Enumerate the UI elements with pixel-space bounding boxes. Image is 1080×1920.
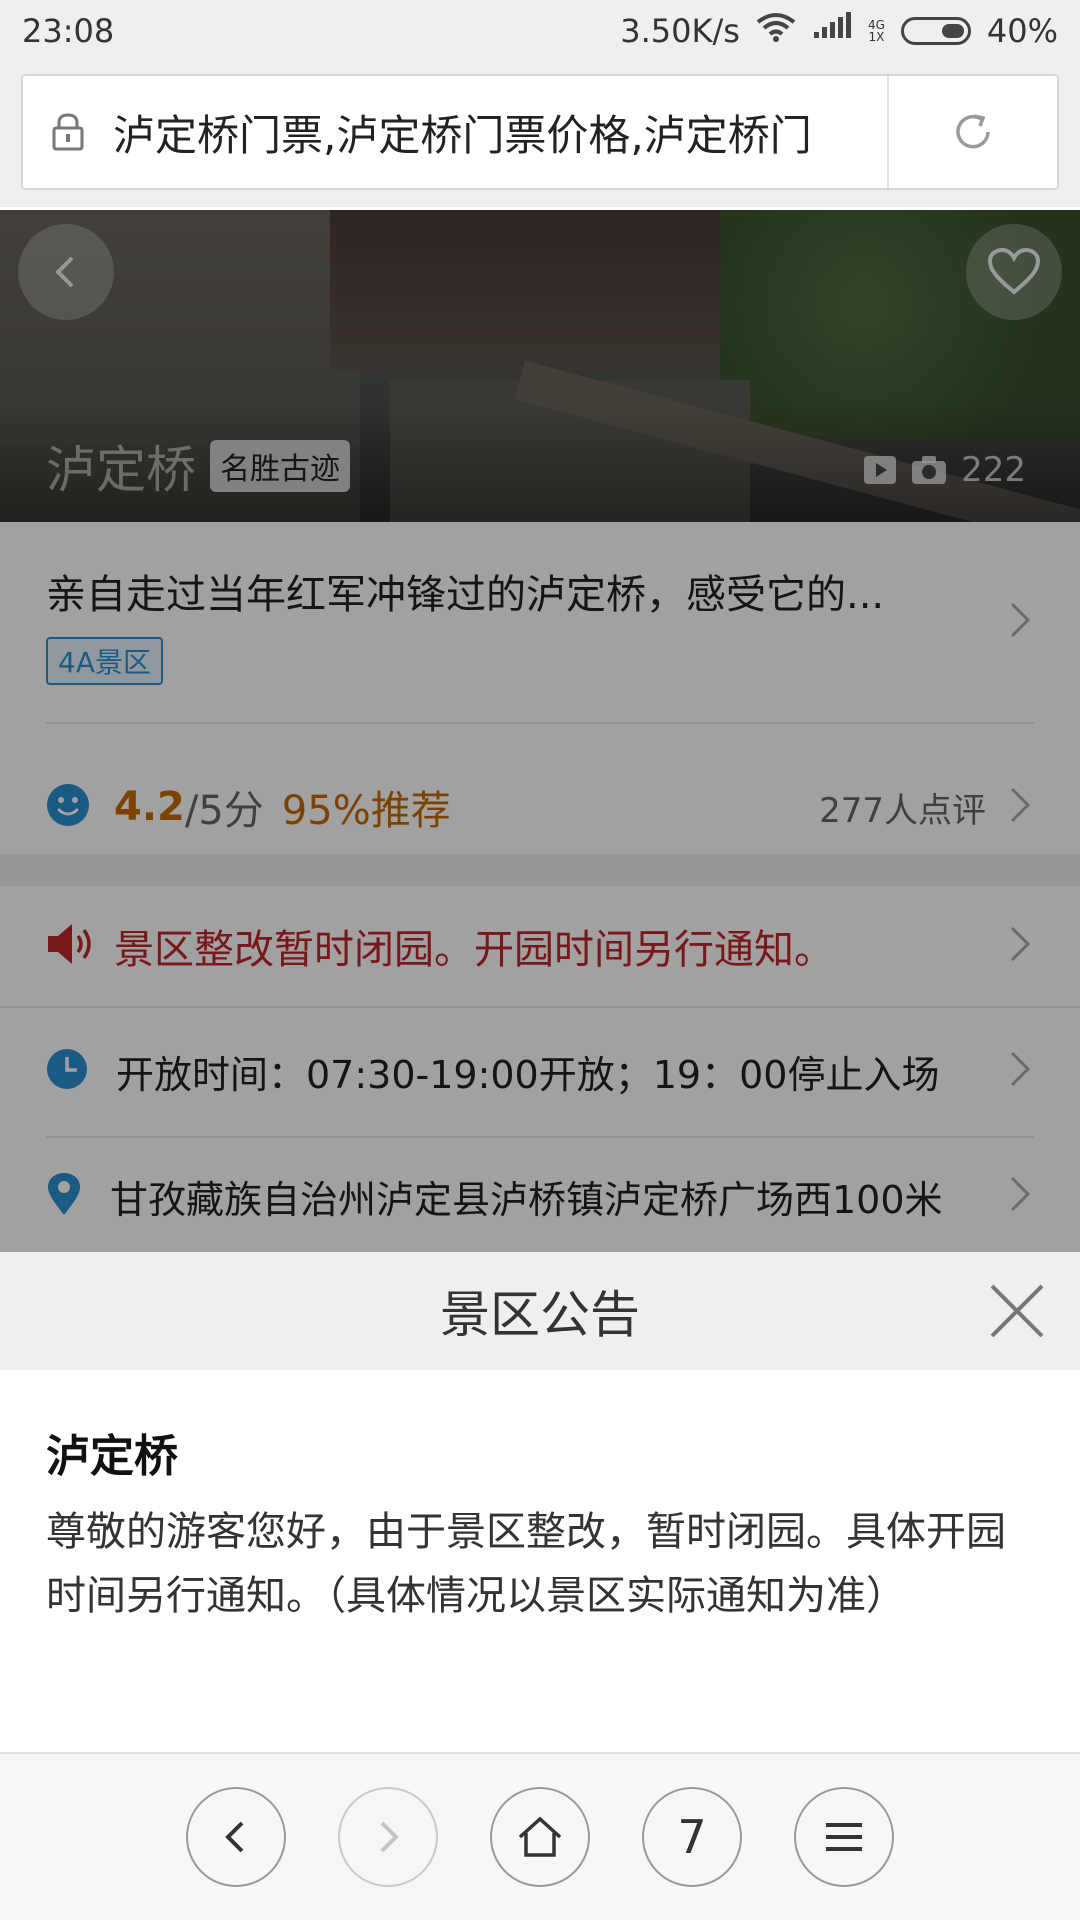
network-type: 4G 1X: [867, 18, 885, 44]
nav-back-button[interactable]: [186, 1787, 286, 1887]
nav-menu-button[interactable]: [794, 1787, 894, 1887]
nav-home-button[interactable]: [490, 1787, 590, 1887]
browser-nav-bar: 7: [0, 1752, 1080, 1920]
nav-tabs-button[interactable]: 7: [642, 1787, 742, 1887]
modal-backdrop[interactable]: [0, 210, 1080, 1252]
notice-sheet-header: 景区公告: [0, 1252, 1080, 1370]
reload-button[interactable]: [887, 76, 1057, 188]
battery-percent: 40%: [986, 12, 1058, 50]
address-bar[interactable]: 泸定桥门票,泸定桥门票价格,泸定桥门: [21, 74, 1059, 190]
sheet-title: 景区公告: [440, 1286, 640, 1344]
app-root: 23:08 3.50K/s 4G 1X 40% 泸定桥门票,泸定桥门票价格,泸定…: [0, 0, 1080, 1920]
chevron-left-icon: [225, 1821, 244, 1853]
wifi-icon: [756, 12, 796, 50]
url-text[interactable]: 泸定桥门票,泸定桥门票价格,泸定桥门: [113, 102, 887, 163]
status-indicators: 3.50K/s 4G 1X 40%: [620, 12, 1058, 50]
net-speed: 3.50K/s: [620, 12, 740, 50]
close-button[interactable]: [984, 1278, 1050, 1344]
chevron-right-icon: [380, 1821, 399, 1853]
lock-icon: [23, 112, 113, 152]
reload-icon: [956, 114, 990, 149]
sheet-text: 尊敬的游客您好，由于景区整改，暂时闭园。具体开园时间另行通知。（具体情况以景区实…: [46, 1509, 1006, 1619]
signal-icon: [812, 12, 852, 50]
close-icon: [990, 1284, 1044, 1338]
home-icon: [518, 1816, 562, 1857]
sheet-subtitle: 泸定桥: [46, 1431, 178, 1482]
status-bar: 23:08 3.50K/s 4G 1X 40%: [0, 0, 1080, 62]
nav-forward-button[interactable]: [338, 1787, 438, 1887]
menu-icon: [826, 1823, 862, 1851]
notice-sheet-body: 泸定桥 尊敬的游客您好，由于景区整改，暂时闭园。具体开园时间另行通知。（具体情况…: [0, 1370, 1080, 1752]
browser-toolbar: 泸定桥门票,泸定桥门票价格,泸定桥门: [0, 62, 1080, 207]
tabs-count: 7: [677, 1810, 707, 1864]
battery-icon: [900, 17, 971, 45]
status-time: 23:08: [22, 12, 115, 50]
